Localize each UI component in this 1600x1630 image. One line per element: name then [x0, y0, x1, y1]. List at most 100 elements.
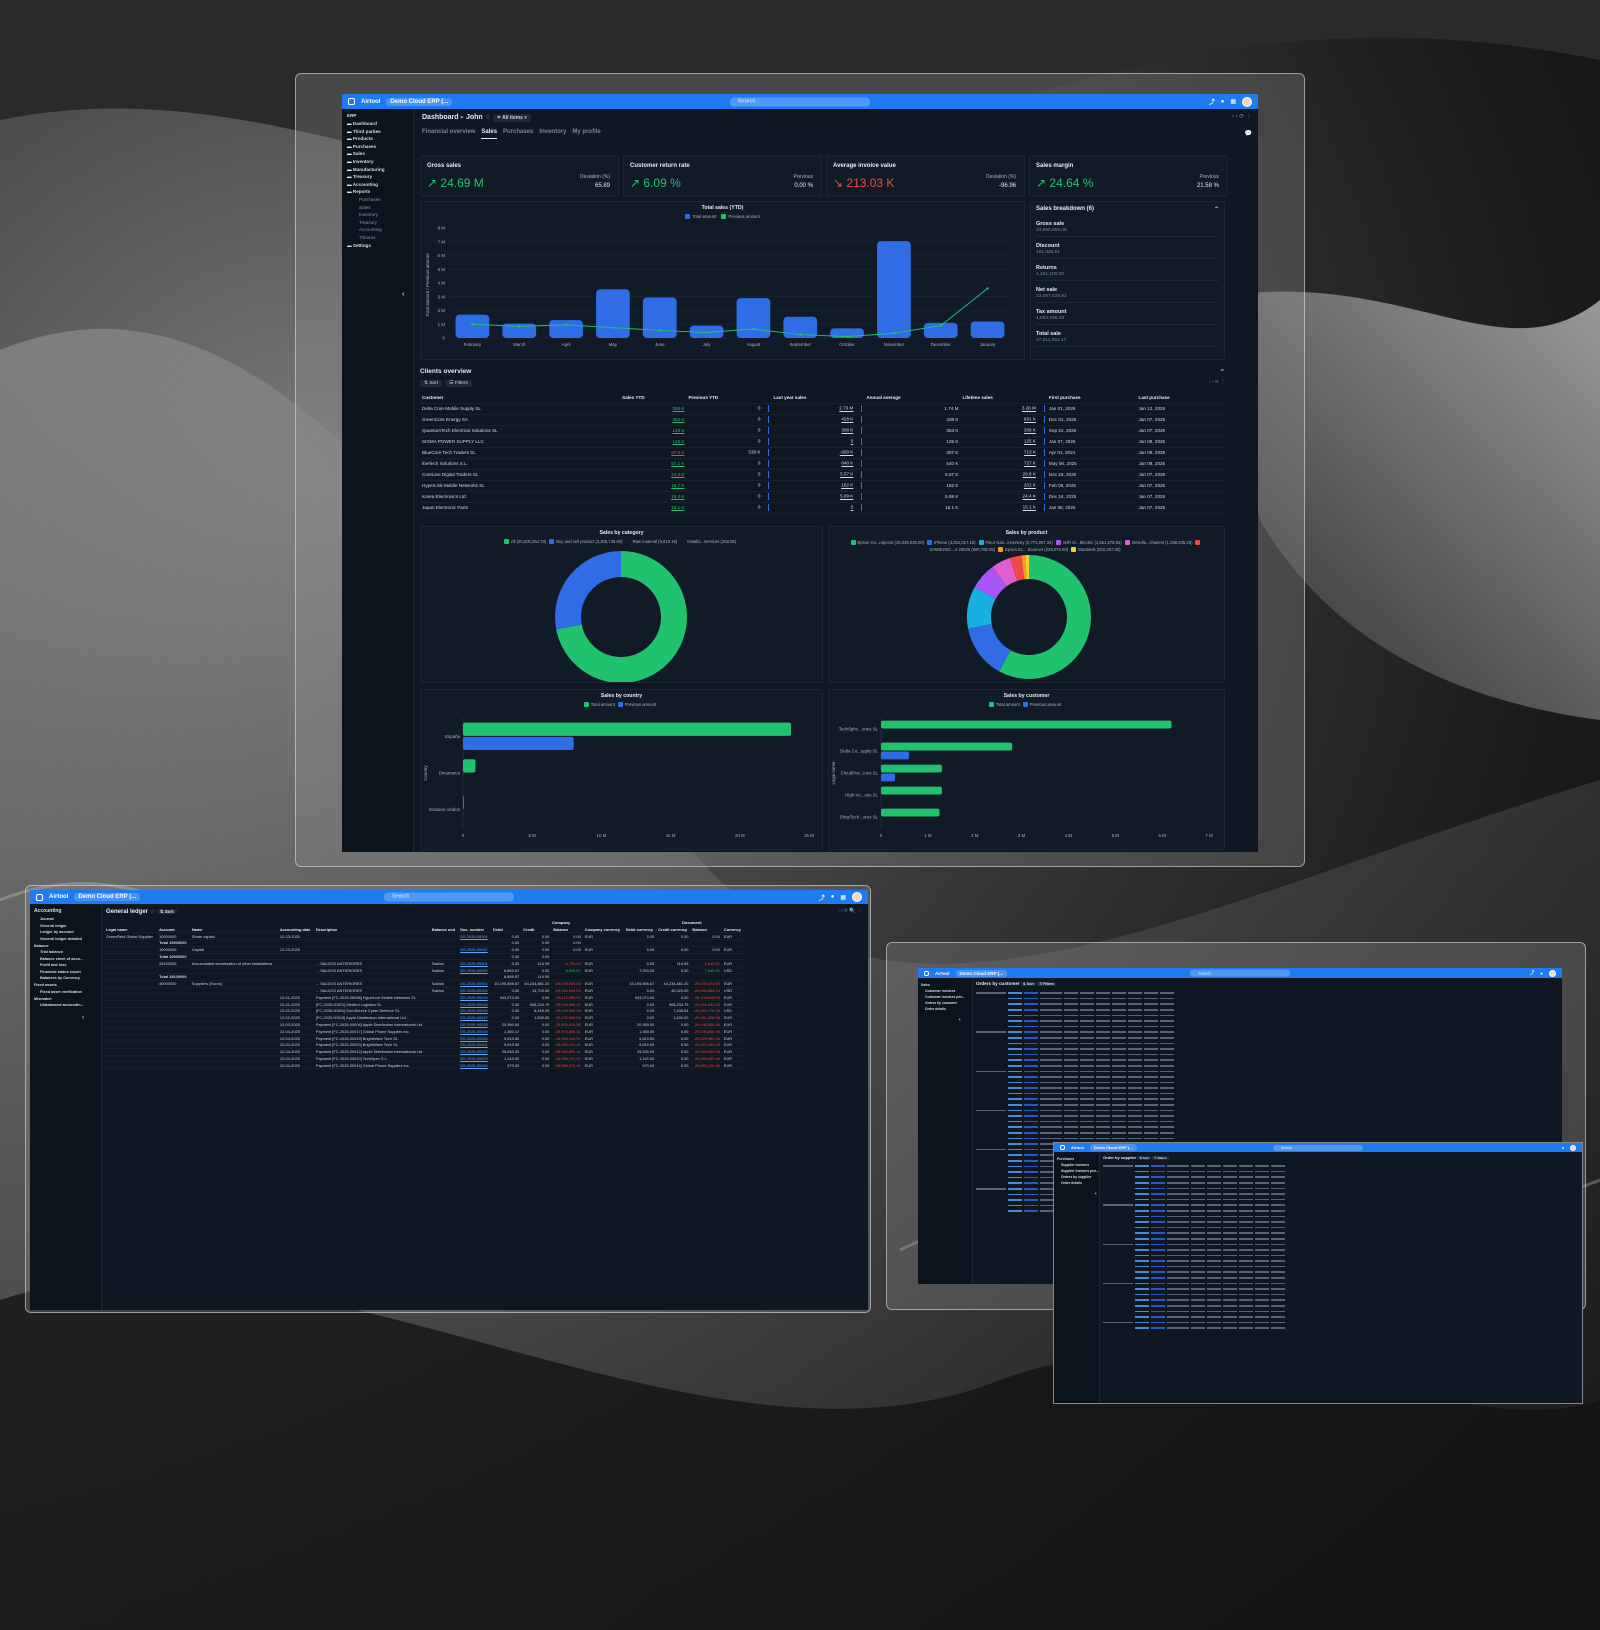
filters-button[interactable]: ☰ Filters — [1037, 982, 1056, 986]
table-row[interactable] — [1102, 1303, 1286, 1309]
table-row[interactable]: 12-04-2025 Payment [FC-2025-00020] Bright… — [104, 1041, 744, 1049]
table-row[interactable] — [975, 1057, 1175, 1063]
bar-january[interactable] — [970, 321, 1005, 339]
cell-value[interactable]: DS-2025-00016 — [460, 1008, 487, 1013]
table-row[interactable] — [1102, 1258, 1286, 1264]
tab-inventory[interactable]: Inventory — [539, 129, 566, 139]
column-header-balance[interactable]: Balance — [690, 926, 722, 934]
table-row[interactable] — [975, 1063, 1175, 1069]
cell-value[interactable]: DS-2025-00001 — [460, 961, 487, 966]
table-row[interactable]: 12-04-2025 Payment [FC-2025-00012] Apple … — [104, 1048, 744, 1056]
sidebar-item-profit-and-loss[interactable]: Profit and loss — [40, 963, 97, 967]
sidebar-item-trial-balance[interactable]: Trial balance — [40, 950, 97, 954]
table-row[interactable] — [1102, 1280, 1286, 1286]
sidebar-item-reports[interactable]: ▬ Reports — [347, 189, 408, 194]
cell-value[interactable]: Delta Core Mobile Supply SL — [422, 406, 481, 411]
column-header-accounting-date[interactable]: Accounting date — [277, 926, 314, 934]
table-row[interactable]: 12-04-2025 Payment [FC-2025-00014] Global… — [104, 1061, 744, 1070]
cell-value[interactable]: DS-2025-00021 — [460, 1042, 487, 1047]
table-row[interactable]: 28100000 Accumulated amortisation of othe… — [104, 959, 744, 968]
column-header-debit[interactable]: Debit — [491, 926, 522, 934]
table-row[interactable] — [1102, 1230, 1286, 1236]
table-row[interactable] — [975, 1046, 1175, 1052]
cell-value[interactable]: QuantumTech Electrical Solutions SL — [422, 428, 498, 433]
column-header-legal-name[interactable]: Legal name — [104, 926, 158, 934]
cell-value[interactable]: DS-2025-00001 — [460, 981, 487, 986]
sort-button[interactable]: ⇅ Sort — [156, 909, 177, 914]
point-previous-april[interactable] — [564, 323, 568, 327]
bell-icon[interactable]: ● — [1221, 99, 1225, 105]
column-header-annual-average[interactable]: Annual average — [864, 393, 961, 404]
column-header-credit-currency[interactable]: Credit currency — [656, 926, 691, 934]
table-row[interactable] — [975, 1091, 1175, 1097]
table-row[interactable] — [1102, 1185, 1286, 1191]
table-row[interactable] — [1102, 1286, 1286, 1292]
column-header-name[interactable]: Name — [189, 926, 278, 934]
table-row[interactable]: 12-01-2025 [FC-2025-00021] MedKol Logisti… — [104, 1000, 744, 1009]
bell-icon[interactable]: ● — [1562, 1145, 1564, 1150]
bar-total-shoptech-ores-sl[interactable] — [881, 808, 940, 817]
table-row[interactable] — [1102, 1197, 1286, 1203]
table-row[interactable] — [1102, 1225, 1286, 1231]
sort-button[interactable]: ⇅ Sort — [1020, 982, 1036, 986]
menu-icon[interactable] — [348, 98, 355, 105]
legend-item[interactable]: All (20,500,254.78) — [503, 539, 546, 545]
column-header-debit-currency[interactable]: Debit currency — [623, 926, 657, 934]
sidebar-item-orders-by-supplier[interactable]: Orders by supplier — [1061, 1175, 1096, 1179]
sidebar-item-sales[interactable]: Sales — [921, 983, 969, 987]
table-row[interactable] — [1102, 1213, 1286, 1219]
sort-button[interactable]: ⇅ Sort — [1137, 1156, 1151, 1160]
apps-icon[interactable]: ▦ — [1230, 98, 1236, 105]
table-row[interactable] — [975, 1007, 1175, 1013]
sidebar-item-inventory[interactable]: ▬ Inventory — [347, 159, 408, 164]
column-header-balance-unit[interactable]: Balance unit — [429, 926, 459, 934]
sidebar-item-journal[interactable]: Journal — [40, 917, 97, 921]
bar-august[interactable] — [736, 298, 771, 338]
table-row[interactable]: 12-04-2025 Payment [FC-2025-00017] Global… — [104, 1027, 744, 1036]
sidebar-report-sales[interactable]: Sales — [359, 205, 408, 210]
table-row[interactable]: Total 10000000 0.00 0.00 0.00 — [104, 939, 744, 947]
bar-previous-delta-co-upply-sl[interactable] — [881, 751, 910, 760]
sidebar-report-accounting[interactable]: Accounting — [359, 227, 408, 232]
table-row[interactable]: Total 10000000 0.00 0.00 — [104, 953, 744, 961]
table-row[interactable] — [1102, 1169, 1286, 1175]
table-row[interactable] — [1102, 1292, 1286, 1298]
sidebar-item-customer-invoices[interactable]: Customer invoices — [925, 989, 969, 993]
bar-total-dinamarca[interactable] — [463, 759, 476, 773]
sidebar-item-general-ledger-detailed[interactable]: General ledger detailed — [40, 937, 97, 941]
cell-value[interactable]: DS-2025-00015 — [460, 1002, 487, 1007]
cell-value[interactable]: DS-2025-00023 — [460, 1056, 487, 1061]
legend-item[interactable]: Total amount — [988, 702, 1020, 708]
share-icon[interactable]: ⤴ — [1530, 970, 1535, 976]
kpi-sales-margin[interactable]: Sales margin ↗ 24.64 % Previous 21.58 % — [1029, 155, 1228, 197]
sidebar-item-purchases[interactable]: Purchases — [1057, 1157, 1096, 1161]
avatar[interactable] — [1242, 96, 1252, 107]
bell-icon[interactable]: ● — [1540, 971, 1543, 976]
filter-chip[interactable]: ⏷ All items ▾ — [492, 114, 531, 122]
sidebar-report-tributes[interactable]: Tributes — [359, 235, 408, 240]
cell-value[interactable]: DS-2025-00002 — [460, 968, 487, 973]
sidebar-item-third-parties[interactable]: ▬ Third parties — [347, 129, 408, 134]
legend-previous[interactable]: Previous amount — [728, 214, 759, 219]
sidebar-item-manufacturing[interactable]: ▬ Manufacturing — [347, 167, 408, 172]
table-controls[interactable]: ‹ › ⟳ ⋮ — [1209, 380, 1225, 387]
cell-value[interactable]: DS-2025-00047 — [460, 947, 487, 952]
cell-value[interactable]: Japan Electronic Parts — [422, 505, 468, 510]
point-previous-december[interactable] — [939, 324, 942, 327]
search-input[interactable]: Search — [384, 892, 514, 902]
table-row[interactable] — [975, 1102, 1175, 1108]
bar-total-high-vo-ons-sl[interactable] — [881, 786, 942, 795]
table-row[interactable] — [975, 1035, 1175, 1041]
table-row[interactable]: ... SALDOS ANTERIORES Saldos DS-2025-00002… — [104, 966, 744, 975]
sidebar-item-dashboard[interactable]: ▬ Dashboard — [347, 121, 408, 126]
window-controls[interactable]: ‹ › ⟳ ⋮ — [1232, 113, 1252, 120]
sidebar-report-inventory[interactable]: Inventory — [359, 212, 408, 217]
table-row[interactable] — [975, 1124, 1175, 1130]
chevron-left-icon[interactable]: ‹ — [959, 1017, 969, 1023]
cell-value[interactable]: DS-2025-00024 — [460, 1063, 487, 1068]
project-selector[interactable]: Demo Cloud ERP (... — [1089, 1144, 1137, 1151]
table-row[interactable]: Japan Electronic Parts 15.1 K 0 0 15.1 K 15.1… — [420, 502, 1225, 514]
sidebar-item-balances-by-currency[interactable]: Balances by Currency — [40, 976, 97, 980]
bar-total-estados-unidos[interactable] — [463, 795, 464, 810]
avatar[interactable] — [1549, 969, 1556, 977]
